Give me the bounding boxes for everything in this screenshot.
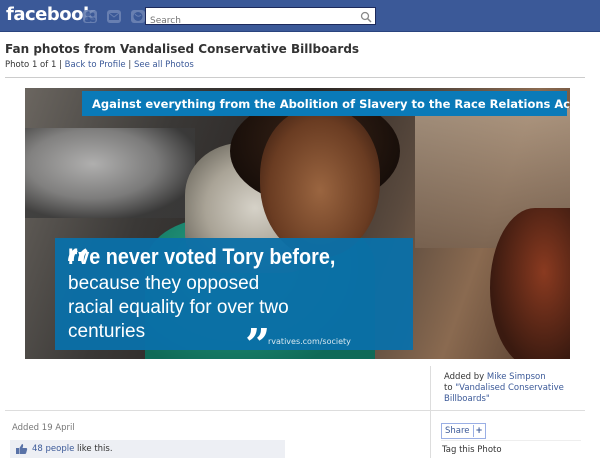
search-icon[interactable] (359, 9, 373, 23)
share-plus-icon: + (472, 425, 485, 437)
album-title: Fan photos from Vandalised Conservative … (5, 42, 360, 56)
like-thumb-icon[interactable] (15, 443, 28, 455)
quote-line: racial equality for over two (68, 297, 289, 318)
top-bar: facebook (0, 0, 600, 32)
photo-nav: Photo 1 of 1 | Back to Profile | See all… (5, 60, 194, 70)
quote-headline: I've never voted Tory before, (68, 244, 336, 269)
friends-icon[interactable] (83, 10, 97, 23)
quote-line: because they opposed (68, 273, 260, 294)
likes-suffix: like this. (74, 444, 113, 454)
search-box (145, 7, 376, 29)
album-link[interactable]: "Vandalised Conservative Billboards" (444, 383, 564, 404)
separator: | (56, 60, 65, 70)
facebook-logo[interactable]: facebook (6, 4, 95, 25)
tag-photo-link[interactable]: Tag this Photo (442, 445, 502, 455)
back-to-profile-link[interactable]: Back to Profile (65, 60, 126, 70)
share-button[interactable]: Share + (441, 423, 486, 439)
billboard-top-banner: Against everything from the Abolition of… (82, 91, 570, 116)
added-by-info: Added by Mike Simpson to "Vandalised Con… (444, 372, 584, 405)
added-date: Added 19 April (12, 423, 75, 433)
divider (5, 410, 585, 411)
see-all-photos-link[interactable]: See all Photos (134, 60, 194, 70)
notifications-icon[interactable] (131, 10, 146, 23)
messages-icon[interactable] (107, 10, 122, 23)
divider (5, 77, 585, 78)
likes-text: 48 people like this. (32, 444, 113, 454)
search-input[interactable] (146, 13, 354, 29)
photo-face (260, 108, 380, 258)
divider (441, 440, 581, 441)
billboard-top-text: Against everything from the Abolition of… (92, 96, 570, 111)
like-bar: 48 people like this. (10, 440, 285, 458)
likes-count-link[interactable]: 48 people (32, 444, 74, 454)
billboard-url: rvatives.com/society (268, 337, 351, 346)
added-by-label: Added by (444, 372, 487, 382)
share-label: Share (445, 426, 470, 436)
uploader-link[interactable]: Mike Simpson (487, 372, 546, 382)
close-quote-mark: ” (245, 320, 271, 360)
jewel-icons (83, 8, 150, 27)
separator: | (125, 60, 134, 70)
main-photo[interactable]: Against everything from the Abolition of… (25, 88, 570, 359)
sidebar-divider (430, 366, 431, 458)
to-label: to (444, 383, 456, 393)
photo-background-car (25, 128, 195, 218)
photo-count: Photo 1 of 1 (5, 60, 57, 70)
